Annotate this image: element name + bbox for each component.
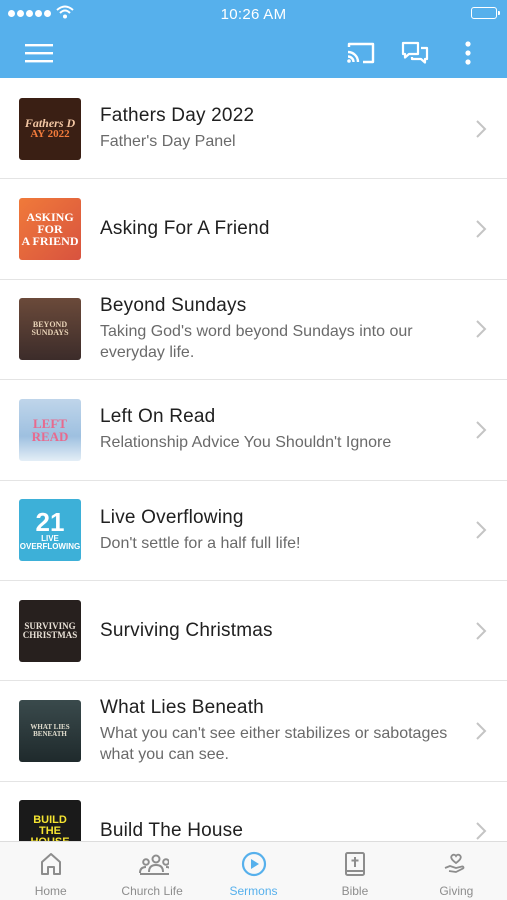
battery-icon [471, 7, 500, 19]
tab-label: Bible [341, 884, 369, 898]
thumbnail-text: READ [31, 428, 69, 444]
sermon-thumbnail: LEFT READ [19, 398, 81, 461]
cast-icon [347, 42, 375, 64]
sermon-subtitle: Father's Day Panel [100, 133, 236, 151]
thumbnail-text: AY 2022 [30, 128, 70, 141]
sermon-subtitle: Taking God's word beyond Sundays into ou… [100, 323, 413, 362]
thumbnail-text: THE HOUSE [30, 824, 69, 841]
sermon-title: Beyond Sundays [100, 295, 247, 317]
sermon-title: Surviving Christmas [100, 619, 273, 641]
chat-icon [401, 41, 429, 64]
play-circle-icon [241, 851, 266, 877]
tab-home[interactable]: Home [0, 842, 101, 900]
chevron-right-icon [476, 220, 487, 238]
tab-label: Giving [439, 884, 474, 898]
chevron-right-icon [476, 822, 487, 841]
chevron-right-icon [476, 119, 487, 138]
home-icon [40, 853, 61, 875]
sermon-thumbnail: Fathers D AY 2022 [19, 97, 81, 160]
sermon-row-surviving-christmas[interactable]: SURVIVING CHRISTMAS Surviving Christmas [0, 580, 507, 682]
hamburger-icon [25, 44, 53, 63]
thumbnail-text: ASKING FOR [26, 210, 74, 237]
chevron-right-icon [476, 621, 487, 640]
tab-bible[interactable]: Bible [304, 842, 405, 900]
sermon-row-what-lies-beneath[interactable]: WHAT LIES BENEATH What Lies Beneath What… [0, 681, 507, 782]
giving-hand-icon [444, 853, 465, 873]
sermon-row-asking-for-a-friend[interactable]: ASKING FOR A FRIEND Asking For A Friend [0, 179, 507, 280]
tab-label: Sermons [229, 884, 278, 898]
tab-sermons[interactable]: Sermons [203, 842, 304, 900]
app-header [0, 28, 507, 78]
sermon-subtitle: Relationship Advice You Shouldn't Ignore [100, 434, 392, 452]
more-vertical-icon [465, 41, 471, 65]
bottom-tab-bar: Home Church Life Sermons Bible Giving [0, 841, 507, 900]
sermon-row-left-on-read[interactable]: LEFT READ Left On Read Relationship Advi… [0, 380, 507, 481]
people-icon [139, 854, 170, 875]
sermon-thumbnail: ASKING FOR A FRIEND [19, 198, 81, 261]
tab-church-life[interactable]: Church Life [101, 842, 202, 900]
sermon-title: Asking For A Friend [100, 218, 270, 240]
tab-label: Home [34, 884, 67, 898]
sermon-row-live-overflowing[interactable]: 21 LIVE OVERFLOWING Live Overflowing Don… [0, 480, 507, 581]
sermon-subtitle: What you can't see either stabilizes or … [100, 725, 448, 764]
sermon-thumbnail: BEYOND SUNDAYS [19, 298, 81, 361]
thumbnail-text: BENEATH [33, 730, 67, 739]
status-bar: 10:26 AM [0, 0, 507, 28]
chevron-right-icon [476, 521, 487, 539]
thumbnail-text: 21 [35, 507, 65, 538]
sermon-title: Build The House [100, 820, 244, 841]
more-options-button[interactable] [456, 38, 480, 68]
tab-giving[interactable]: Giving [406, 842, 507, 900]
chevron-right-icon [476, 320, 487, 339]
status-time: 10:26 AM [220, 6, 287, 23]
sermon-title: Fathers Day 2022 [100, 105, 255, 127]
menu-button[interactable] [24, 38, 54, 68]
chat-button[interactable] [398, 38, 432, 68]
tab-label: Church Life [121, 884, 183, 898]
sermon-title: Left On Read [100, 406, 216, 428]
bible-icon [344, 852, 365, 876]
sermon-thumbnail: 21 LIVE OVERFLOWING [19, 499, 81, 562]
sermon-list: Fathers D AY 2022 Fathers Day 2022 Fathe… [0, 79, 507, 841]
thumbnail-text: CHRISTMAS [22, 629, 78, 640]
sermon-subtitle: Don't settle for a half full life! [100, 534, 301, 552]
chevron-right-icon [476, 421, 487, 439]
sermon-thumbnail: WHAT LIES BENEATH [19, 700, 81, 763]
sermon-row-beyond-sundays[interactable]: BEYOND SUNDAYS Beyond Sundays Taking God… [0, 279, 507, 381]
thumbnail-text: LIVE OVERFLOWING [19, 534, 81, 552]
sermon-title: Live Overflowing [100, 506, 244, 528]
cast-button[interactable] [344, 38, 378, 68]
thumbnail-text: SUNDAYS [31, 328, 69, 338]
chevron-right-icon [476, 722, 487, 740]
thumbnail-text: LEFT [33, 415, 67, 431]
sermon-thumbnail: BUILD THE HOUSE [19, 800, 81, 841]
sermon-row-fathers-day[interactable]: Fathers D AY 2022 Fathers Day 2022 Fathe… [0, 79, 507, 180]
thumbnail-text: A FRIEND [21, 234, 79, 249]
sermon-title: What Lies Beneath [100, 697, 264, 719]
sermon-row-build-the-house[interactable]: BUILD THE HOUSE Build The House [0, 781, 507, 841]
sermon-thumbnail: SURVIVING CHRISTMAS [19, 599, 81, 662]
